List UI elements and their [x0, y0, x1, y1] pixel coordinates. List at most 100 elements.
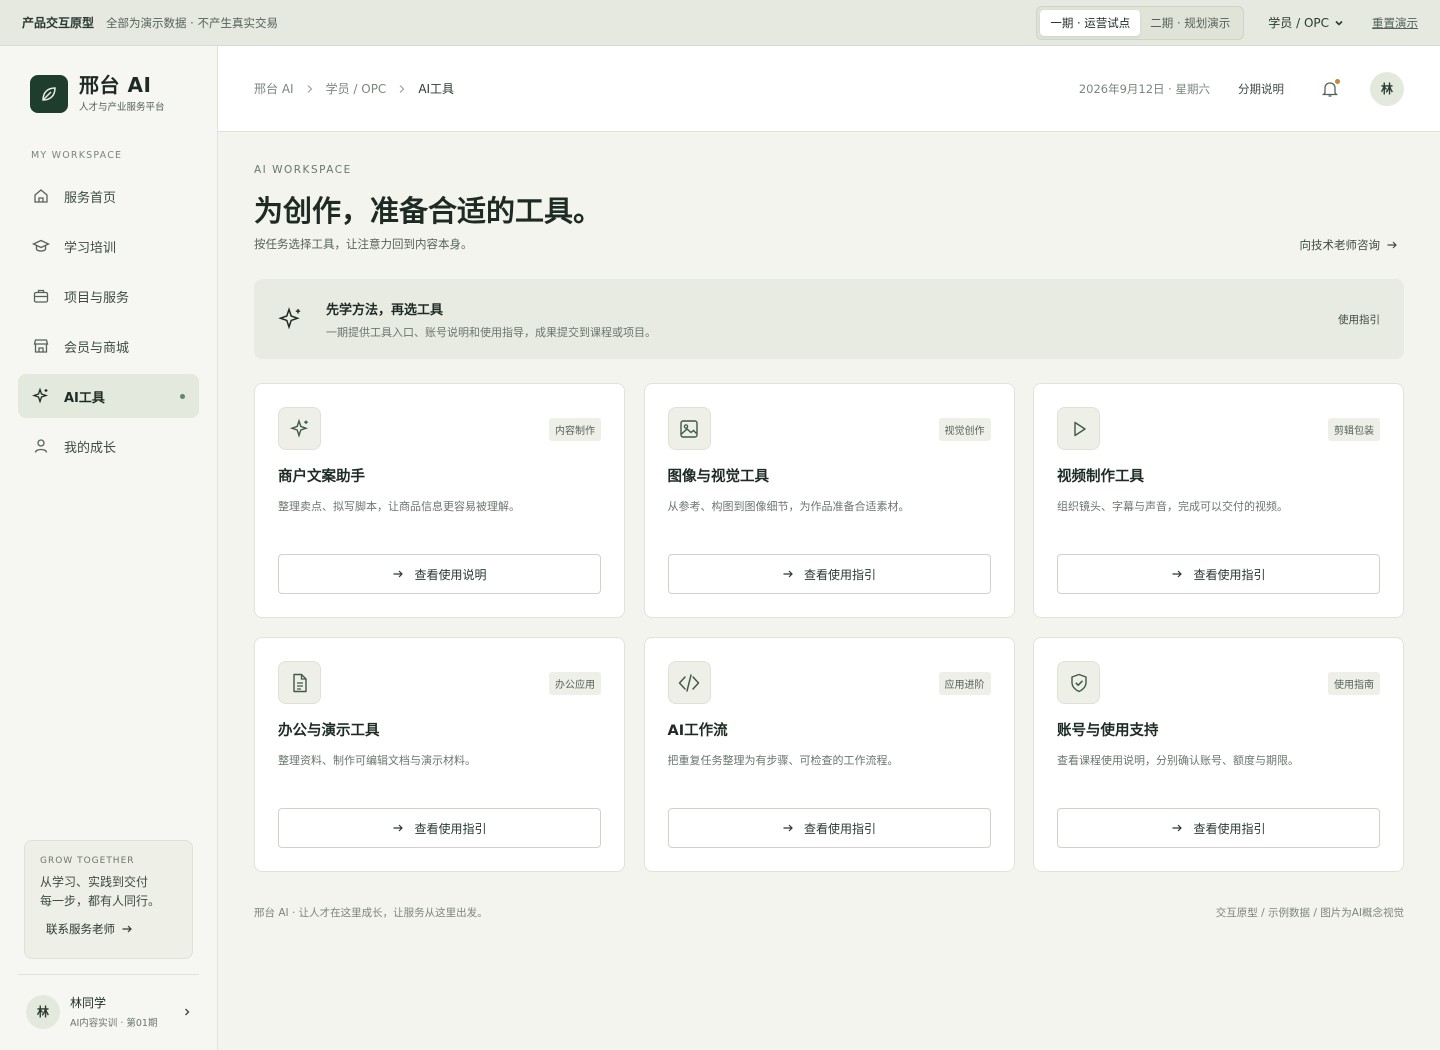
tool-tag: 内容制作 [549, 418, 601, 441]
view-guide-button[interactable]: 查看使用指引 [1057, 808, 1380, 848]
usage-guide-link[interactable]: 使用指引 [1338, 312, 1380, 327]
sidebar-item-label: 学习培训 [64, 240, 117, 256]
sidebar: 邢台 AI 人才与产业服务平台 MY WORKSPACE 服务首页 学习培训 项… [0, 46, 218, 1050]
sidebar-divider [18, 974, 199, 975]
chevron-right-icon [185, 1008, 190, 1015]
user-name: 林同学 [70, 996, 107, 1010]
sidebar-item-ai-tools[interactable]: AI工具 [18, 374, 199, 418]
tip-title: 先学方法，再选工具 [326, 302, 444, 318]
tool-title: 办公与演示工具 [278, 723, 380, 739]
sidebar-item-projects[interactable]: 项目与服务 [18, 274, 199, 318]
consult-label: 向技术老师咨询 [1299, 238, 1381, 252]
view-guide-button[interactable]: 查看使用指引 [1057, 554, 1380, 594]
breadcrumb-role[interactable]: 学员 / OPC [326, 80, 387, 97]
notification-dot [1335, 78, 1340, 84]
sidebar-item-home[interactable]: 服务首页 [18, 174, 199, 218]
breadcrumb-current: AI工具 [418, 82, 455, 96]
tool-description: 整理资料、制作可编辑文档与演示材料。 [278, 754, 476, 767]
tool-card-copywriting: 内容制作 商户文案助手 整理卖点、拟写脚本，让商品信息更容易被理解。 查看使用说… [254, 383, 625, 618]
tool-title: 视频制作工具 [1057, 469, 1144, 485]
tool-description: 组织镜头、字幕与声音，完成可以交付的视频。 [1057, 500, 1288, 513]
phase-option-1[interactable]: 一期 · 运营试点 [1040, 9, 1141, 36]
arrow-right-icon [122, 925, 132, 933]
tool-tag: 视觉创作 [938, 418, 991, 441]
store-icon [33, 339, 49, 353]
view-guide-button[interactable]: 查看使用指引 [278, 808, 601, 848]
chevron-right-icon [399, 84, 405, 93]
avatar: 林 [26, 994, 60, 1029]
document-icon [278, 661, 321, 704]
shield-check-icon [1057, 661, 1100, 704]
sparkle-icon [32, 387, 49, 404]
view-guide-button[interactable]: 查看使用指引 [667, 554, 991, 594]
image-icon [667, 407, 711, 450]
eyebrow: AI WORKSPACE [254, 164, 352, 176]
button-label: 查看使用指引 [1193, 821, 1266, 836]
contact-teacher-link[interactable]: 联系服务老师 [40, 921, 177, 937]
brand-subtitle: 人才与产业服务平台 [79, 102, 165, 113]
tool-description: 从参考、构图到图像细节，为作品准备合适素材。 [667, 500, 910, 513]
tool-title: 图像与视觉工具 [667, 469, 770, 485]
breadcrumb-home[interactable]: 邢台 AI [254, 80, 294, 97]
home-icon [34, 189, 48, 203]
demo-note: 全部为演示数据 · 不产生真实交易 [106, 15, 278, 30]
arrow-right-icon [1172, 824, 1183, 832]
active-indicator-dot [180, 394, 185, 399]
arrow-right-icon [783, 824, 793, 832]
notifications-button[interactable] [1320, 78, 1340, 99]
view-guide-button[interactable]: 查看使用指引 [667, 808, 991, 848]
role-select[interactable]: 学员 / OPC [1268, 14, 1344, 31]
tool-card-workflow: 应用进阶 AI工作流 把重复任务整理为有步骤、可检查的工作流程。 查看使用指引 [643, 637, 1015, 872]
chevron-down-icon [1335, 20, 1343, 26]
sidebar-item-growth[interactable]: 我的成长 [18, 424, 199, 468]
tool-description: 整理卖点、拟写脚本，让商品信息更容易被理解。 [278, 500, 520, 513]
grow-kicker: GROW TOGETHER [40, 856, 135, 866]
tool-card-video: 剪辑包装 视频制作工具 组织镜头、字幕与声音，完成可以交付的视频。 查看使用指引 [1033, 383, 1404, 618]
sidebar-item-training[interactable]: 学习培训 [18, 224, 199, 268]
brand[interactable]: 邢台 AI 人才与产业服务平台 [30, 74, 165, 113]
tool-title: 商户文案助手 [278, 469, 365, 485]
grow-line-2: 每一步，都有人同行。 [40, 894, 161, 908]
button-label: 查看使用指引 [1193, 567, 1266, 582]
chevron-right-icon [307, 84, 312, 93]
arrow-right-icon [783, 570, 793, 578]
tool-title: 账号与使用支持 [1057, 723, 1159, 739]
phase-info-link[interactable]: 分期说明 [1238, 81, 1284, 97]
brand-name: 邢台 AI [79, 73, 152, 97]
tool-card-account-support: 使用指南 账号与使用支持 查看课程使用说明，分别确认账号、额度与期限。 查看使用… [1033, 637, 1404, 872]
tip-banner: 先学方法，再选工具 一期提供工具入口、账号说明和使用指导，成果提交到课程或项目。… [254, 279, 1404, 359]
button-label: 查看使用指引 [414, 821, 487, 836]
briefcase-icon [33, 289, 49, 303]
header-avatar[interactable]: 林 [1370, 71, 1404, 106]
tool-description: 把重复任务整理为有步骤、可检查的工作流程。 [667, 754, 899, 767]
footer-slogan: 邢台 AI · 让人才在这里成长，让服务从这里出发。 [254, 907, 488, 919]
sidebar-item-membership[interactable]: 会员与商城 [18, 324, 199, 368]
user-card[interactable]: 林 林同学 AI内容实训 · 第01期 [26, 994, 192, 1029]
grow-together-card: GROW TOGETHER 从学习、实践到交付 每一步，都有人同行。 联系服务老… [24, 840, 193, 959]
consult-teacher-link[interactable]: 向技术老师咨询 [1300, 237, 1399, 253]
sparkle-icon [278, 407, 321, 450]
page-subtitle: 按任务选择工具，让注意力回到内容本身。 [254, 237, 473, 251]
sidebar-item-label: 我的成长 [64, 440, 117, 456]
sidebar-item-label: 会员与商城 [64, 340, 130, 356]
tool-tag: 办公应用 [549, 672, 601, 695]
prototype-label: 产品交互原型 [22, 16, 95, 30]
sidebar-item-label: 项目与服务 [64, 290, 130, 306]
tool-card-office: 办公应用 办公与演示工具 整理资料、制作可编辑文档与演示材料。 查看使用指引 [254, 637, 625, 872]
button-label: 查看使用指引 [803, 567, 876, 582]
arrow-right-icon [1387, 241, 1397, 249]
sidebar-item-label: AI工具 [64, 390, 105, 406]
sidebar-nav: 服务首页 学习培训 项目与服务 会员与商城 AI工具 我的成长 [18, 174, 199, 474]
button-label: 查看使用说明 [414, 567, 487, 582]
tool-grid: 内容制作 商户文案助手 整理卖点、拟写脚本，让商品信息更容易被理解。 查看使用说… [254, 383, 1404, 872]
sparkle-icon [278, 307, 301, 330]
current-date: 2026年9月12日 · 星期六 [1078, 81, 1210, 96]
tool-tag: 剪辑包装 [1328, 418, 1380, 441]
user-icon [34, 439, 48, 453]
tip-description: 一期提供工具入口、账号说明和使用指导，成果提交到课程或项目。 [326, 325, 656, 339]
phase-option-2[interactable]: 二期 · 规划演示 [1140, 10, 1240, 36]
view-instructions-button[interactable]: 查看使用说明 [278, 554, 601, 594]
play-icon [1057, 407, 1100, 450]
tool-description: 查看课程使用说明，分别确认账号、额度与期限。 [1057, 754, 1299, 767]
reset-demo-link[interactable]: 重置演示 [1372, 15, 1418, 31]
